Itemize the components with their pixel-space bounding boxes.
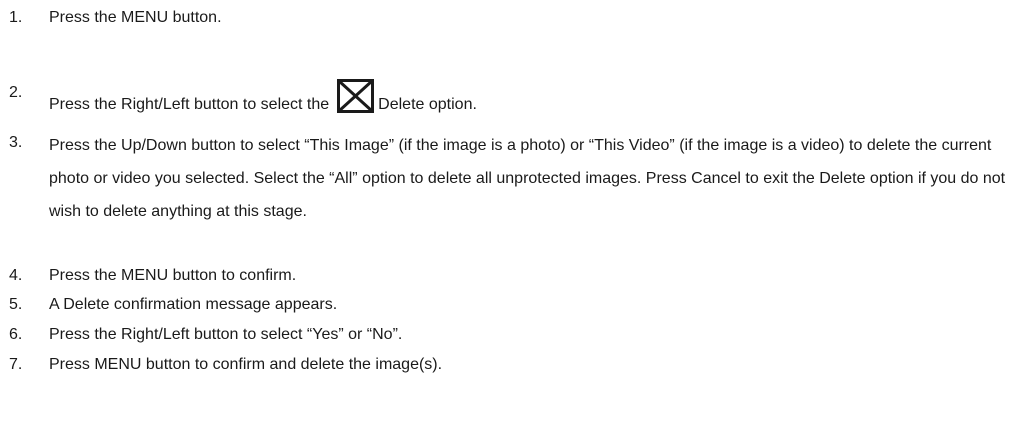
step-number: 5.	[9, 296, 23, 313]
step-text-after-icon: Delete option.	[378, 96, 477, 113]
step-text: Press MENU button to confirm and delete …	[49, 356, 443, 373]
instruction-list: 1. Press the MENU button. 2. Press the R…	[0, 0, 1026, 426]
step-text: Press the MENU button.	[49, 9, 222, 26]
step-text: Press the Right/Left button to select th…	[49, 79, 1025, 118]
step-text-before-icon: Press the Right/Left button to select th…	[49, 96, 330, 113]
step-text: Press the Up/Down button to select “This…	[49, 137, 1006, 220]
step-number: 7.	[9, 356, 23, 373]
step-number: 4.	[9, 267, 23, 284]
step-text: Press the MENU button to confirm.	[49, 267, 297, 284]
step-number: 3.	[9, 134, 23, 151]
step-text: Press the Right/Left button to select “Y…	[49, 326, 403, 343]
step-text: A Delete confirmation message appears.	[49, 296, 338, 313]
step-number: 6.	[9, 326, 23, 343]
step-number: 2.	[9, 84, 23, 101]
step-number: 1.	[9, 9, 23, 26]
delete-x-box-icon	[337, 79, 375, 113]
